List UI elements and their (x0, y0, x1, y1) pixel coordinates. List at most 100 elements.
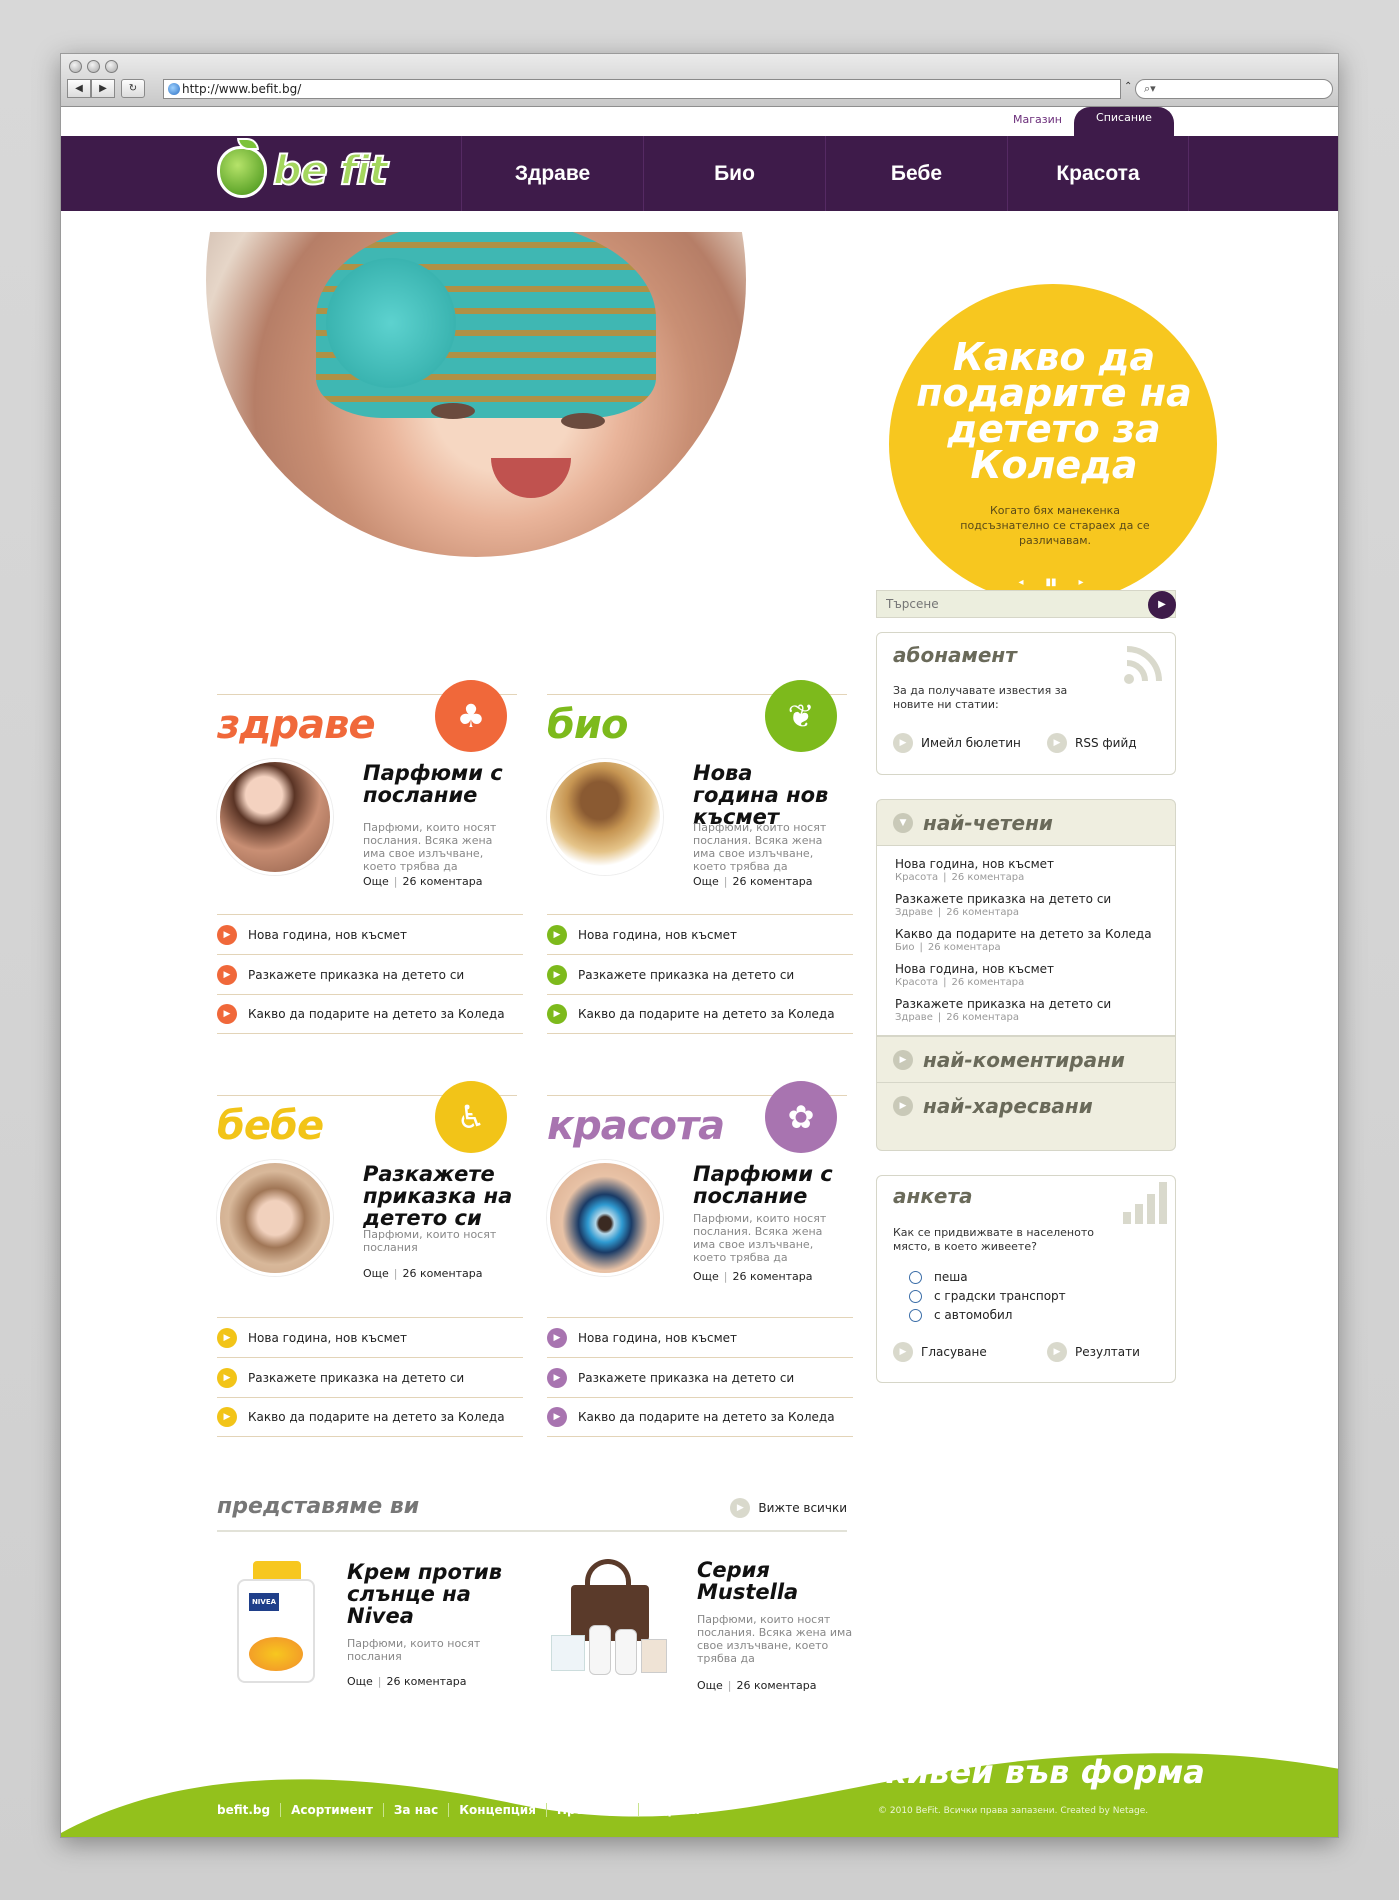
product-title[interactable]: Серия Mustella (697, 1559, 857, 1603)
popular-header[interactable]: ▼ най-четени (877, 800, 1175, 846)
section-heading[interactable]: био (547, 702, 628, 748)
see-all-button[interactable]: ▶ Вижте всички (730, 1498, 847, 1518)
snapback-icon[interactable]: ⌃ (1124, 81, 1132, 92)
comments-link[interactable]: 26 коментара (733, 1270, 813, 1283)
more-link[interactable]: Още (693, 875, 719, 888)
list-item[interactable]: Какво да подарите на детето за Коледа Био… (877, 927, 1175, 953)
poll-option[interactable]: с градски транспорт (909, 1289, 1066, 1303)
list-item[interactable]: ▶ Какво да подарите на детето за Коледа (547, 994, 853, 1034)
article-photo[interactable] (217, 759, 333, 875)
footer-link[interactable]: befit.bg (217, 1803, 280, 1817)
footer-link[interactable]: Концепция (448, 1803, 546, 1817)
radio-button[interactable] (909, 1270, 922, 1284)
baby-eye-left (431, 403, 475, 419)
footer-slogan: живей във форма (875, 1753, 1205, 1791)
poll-option[interactable]: с автомобил (909, 1308, 1066, 1322)
minimize-window-button[interactable] (87, 60, 100, 73)
nav-item-bio[interactable]: Био (643, 136, 825, 211)
list-item[interactable]: ▶ Какво да подарите на детето за Коледа (217, 1397, 523, 1437)
vote-button[interactable]: ▶ Гласуване (893, 1342, 987, 1362)
product-title[interactable]: Крем против слънце на Nivea (347, 1561, 517, 1627)
article-meta: Още | 26 коментара (363, 1267, 483, 1280)
nav-item-health[interactable]: Здраве (461, 136, 643, 211)
list-item[interactable]: ▶ Какво да подарите на детето за Коледа (547, 1397, 853, 1437)
search-submit-button[interactable]: ▶ (1148, 591, 1176, 619)
article-photo[interactable] (547, 759, 663, 875)
list-item[interactable]: ▶ Разкажете приказка на детето си (547, 1357, 853, 1397)
pause-icon[interactable]: ▮▮ (1045, 577, 1056, 588)
more-link[interactable]: Още (697, 1679, 723, 1692)
list-item[interactable]: Нова година, нов късмет Красота | 26 комент… (877, 962, 1175, 988)
arrow-icon: ▶ (217, 1327, 237, 1348)
list-item[interactable]: ▶ Какво да подарите на детето за Коледа (217, 994, 523, 1034)
more-link[interactable]: Още (347, 1675, 373, 1688)
arrow-icon: ▶ (547, 1004, 567, 1024)
hero-text: Когато бях манекенка подсъзнателно се ст… (960, 504, 1150, 547)
section-beauty: красота ✿ Парфюми с послание Парфюми, ко… (547, 1081, 853, 1437)
next-slide-icon[interactable]: ▸ (1079, 577, 1084, 588)
footer-link[interactable]: За нас (382, 1803, 448, 1817)
reload-button[interactable]: ↻ (121, 79, 145, 98)
close-window-button[interactable] (69, 60, 82, 73)
most-commented-header[interactable]: ▶ най-коментирани (877, 1036, 1175, 1082)
comments-link[interactable]: 26 коментара (403, 875, 483, 888)
prev-slide-icon[interactable]: ◂ (1018, 577, 1023, 588)
article-photo[interactable] (547, 1160, 663, 1276)
address-bar[interactable]: http://www.befit.bg/ (163, 79, 1121, 99)
article-title[interactable]: Разкажете приказка на детето си (363, 1163, 513, 1229)
list-item[interactable]: ▶ Нова година, нов късмет (217, 1317, 523, 1357)
radio-button[interactable] (909, 1308, 922, 1322)
shop-link[interactable]: Магазин (1013, 113, 1062, 126)
footer-link[interactable]: Промоции (545, 1803, 638, 1817)
zoom-window-button[interactable] (105, 60, 118, 73)
list-item[interactable]: Нова година, нов късмет Красота | 26 комент… (877, 857, 1175, 883)
article-photo[interactable] (217, 1160, 333, 1276)
footer-link[interactable]: Асортимент (280, 1803, 383, 1817)
article-title[interactable]: Нова година нов късмет (693, 762, 843, 828)
footer-link[interactable]: Адреси (637, 1803, 710, 1817)
article-title[interactable]: Парфюми с послание (363, 762, 513, 806)
list-item[interactable]: ▶ Нова година, нов късмет (547, 1317, 853, 1357)
search-input[interactable] (877, 591, 1147, 617)
results-button[interactable]: ▶ Резултати (1047, 1342, 1140, 1362)
list-item[interactable]: ▶ Нова година, нов късмет (217, 914, 523, 954)
comments-link[interactable]: 26 коментара (387, 1675, 467, 1688)
arrow-icon: ▶ (217, 924, 237, 945)
hero-title[interactable]: Какво да подарите на детето за Коледа (909, 338, 1199, 484)
nivea-product-image[interactable]: NIVEA (231, 1557, 317, 1687)
browser-search-field[interactable]: ⌕▾ (1135, 79, 1333, 99)
article-title[interactable]: Парфюми с послание (693, 1163, 843, 1207)
more-link[interactable]: Още (363, 1267, 389, 1280)
list-item[interactable]: ▶ Разкажете приказка на детето си (217, 954, 523, 994)
section-heading[interactable]: здраве (217, 702, 376, 748)
product-desc: Парфюми, които носят послания (347, 1637, 481, 1663)
comments-link[interactable]: 26 коментара (403, 1267, 483, 1280)
rss-button[interactable]: ▶ RSS фийд (1047, 733, 1137, 753)
mustella-product-image[interactable] (547, 1555, 673, 1685)
list-item[interactable]: Разкажете приказка на детето си Здраве | 26… (877, 892, 1175, 918)
arrow-icon: ▶ (730, 1498, 751, 1518)
list-item[interactable]: ▶ Разкажете приказка на детето си (547, 954, 853, 994)
radio-button[interactable] (909, 1289, 922, 1303)
forward-button[interactable]: ▶ (91, 79, 115, 98)
comments-link[interactable]: 26 коментара (733, 875, 813, 888)
nav-item-beauty[interactable]: Красота (1007, 136, 1189, 211)
magazine-tab[interactable]: Списание (1074, 107, 1174, 139)
poll-title: анкета (893, 1184, 973, 1208)
section-heading[interactable]: бебе (217, 1103, 324, 1149)
list-item[interactable]: ▶ Разкажете приказка на детето си (217, 1357, 523, 1397)
befit-logo[interactable]: be fit (217, 138, 417, 204)
article-links: ▶ Нова година, нов късмет ▶ Разкажете прик… (217, 1317, 523, 1437)
list-item[interactable]: ▶ Нова година, нов късмет (547, 914, 853, 954)
most-liked-header[interactable]: ▶ най-харесвани (877, 1082, 1175, 1128)
section-heading[interactable]: красота (547, 1103, 725, 1149)
newsletter-button[interactable]: ▶ Имейл бюлетин (893, 733, 1021, 753)
comments-link[interactable]: 26 коментара (737, 1679, 817, 1692)
more-link[interactable]: Още (693, 1270, 719, 1283)
nav-item-baby[interactable]: Бебе (825, 136, 1007, 211)
copyright: © 2010 BeFit. Всички права запазени. Cre… (878, 1806, 1149, 1816)
list-item[interactable]: Разкажете приказка на детето си Здраве | 26… (877, 997, 1175, 1035)
poll-option[interactable]: пеша (909, 1270, 1066, 1284)
more-link[interactable]: Още (363, 875, 389, 888)
back-button[interactable]: ◀ (67, 79, 91, 98)
